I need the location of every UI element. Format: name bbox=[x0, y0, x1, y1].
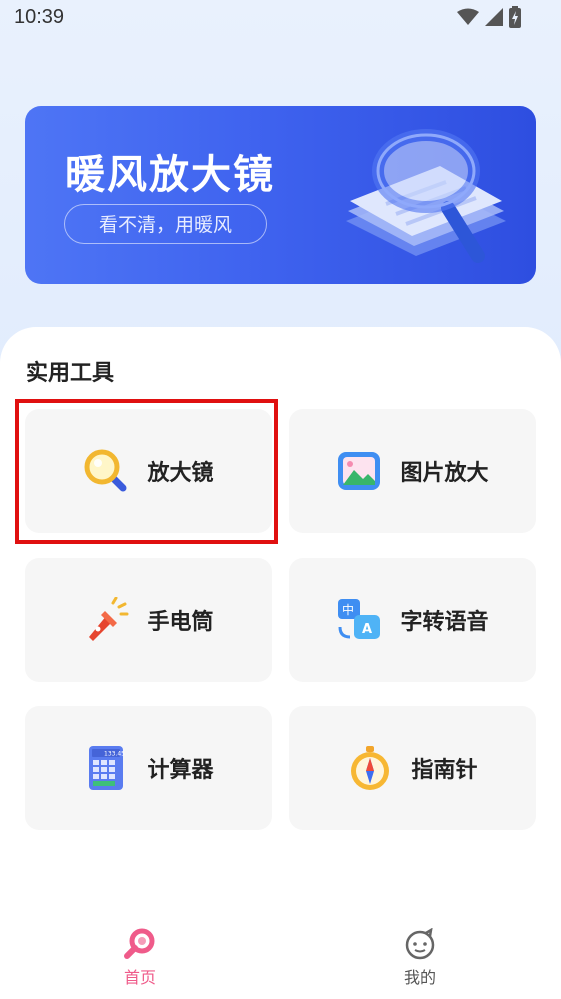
wifi-icon bbox=[457, 8, 479, 25]
battery-icon bbox=[509, 6, 521, 28]
svg-text:中: 中 bbox=[342, 602, 354, 617]
flashlight-icon bbox=[83, 597, 129, 643]
status-icons bbox=[457, 6, 521, 28]
tool-label: 计算器 bbox=[147, 758, 214, 783]
home-magnifier-icon bbox=[124, 928, 155, 959]
tool-flashlight-card[interactable]: 手电筒 bbox=[25, 558, 272, 682]
picture-icon bbox=[336, 448, 382, 494]
magnifier-illustration-icon bbox=[346, 129, 506, 263]
tab-home[interactable]: 首页 bbox=[90, 928, 190, 988]
section-title: 实用工具 bbox=[26, 361, 115, 386]
tool-magnifier-card[interactable]: 放大镜 bbox=[25, 409, 272, 533]
tab-mine[interactable]: 我的 bbox=[370, 928, 470, 988]
tool-calculator-card[interactable]: 133.45 计算器 bbox=[25, 706, 272, 830]
smiley-icon bbox=[405, 928, 435, 960]
signal-icon bbox=[485, 8, 503, 26]
tool-label: 放大镜 bbox=[147, 461, 214, 486]
banner-slogan: 看不清，用暖风 bbox=[64, 204, 267, 244]
status-bar: 10:39 bbox=[0, 0, 561, 40]
tool-label: 指南针 bbox=[411, 758, 478, 783]
banner-title: 暖风放大镜 bbox=[65, 152, 275, 198]
tool-label: 字转语音 bbox=[400, 610, 489, 635]
svg-text:133.45: 133.45 bbox=[104, 751, 125, 758]
tab-mine-label: 我的 bbox=[403, 968, 436, 987]
magnifier-icon bbox=[83, 448, 129, 494]
translate-icon: 中 A bbox=[336, 597, 382, 643]
tool-text-to-speech-card[interactable]: 中 A 字转语音 bbox=[289, 558, 536, 682]
hero-banner[interactable]: 暖风放大镜 看不清，用暖风 bbox=[25, 106, 536, 284]
tool-label: 手电筒 bbox=[147, 610, 214, 635]
tab-home-label: 首页 bbox=[123, 968, 156, 987]
calculator-icon: 133.45 bbox=[83, 745, 129, 791]
tool-image-zoom-card[interactable]: 图片放大 bbox=[289, 409, 536, 533]
tool-compass-card[interactable]: 指南针 bbox=[289, 706, 536, 830]
status-time: 10:39 bbox=[14, 6, 65, 28]
tool-label: 图片放大 bbox=[400, 461, 489, 486]
svg-text:A: A bbox=[362, 622, 372, 637]
compass-icon bbox=[347, 745, 393, 791]
